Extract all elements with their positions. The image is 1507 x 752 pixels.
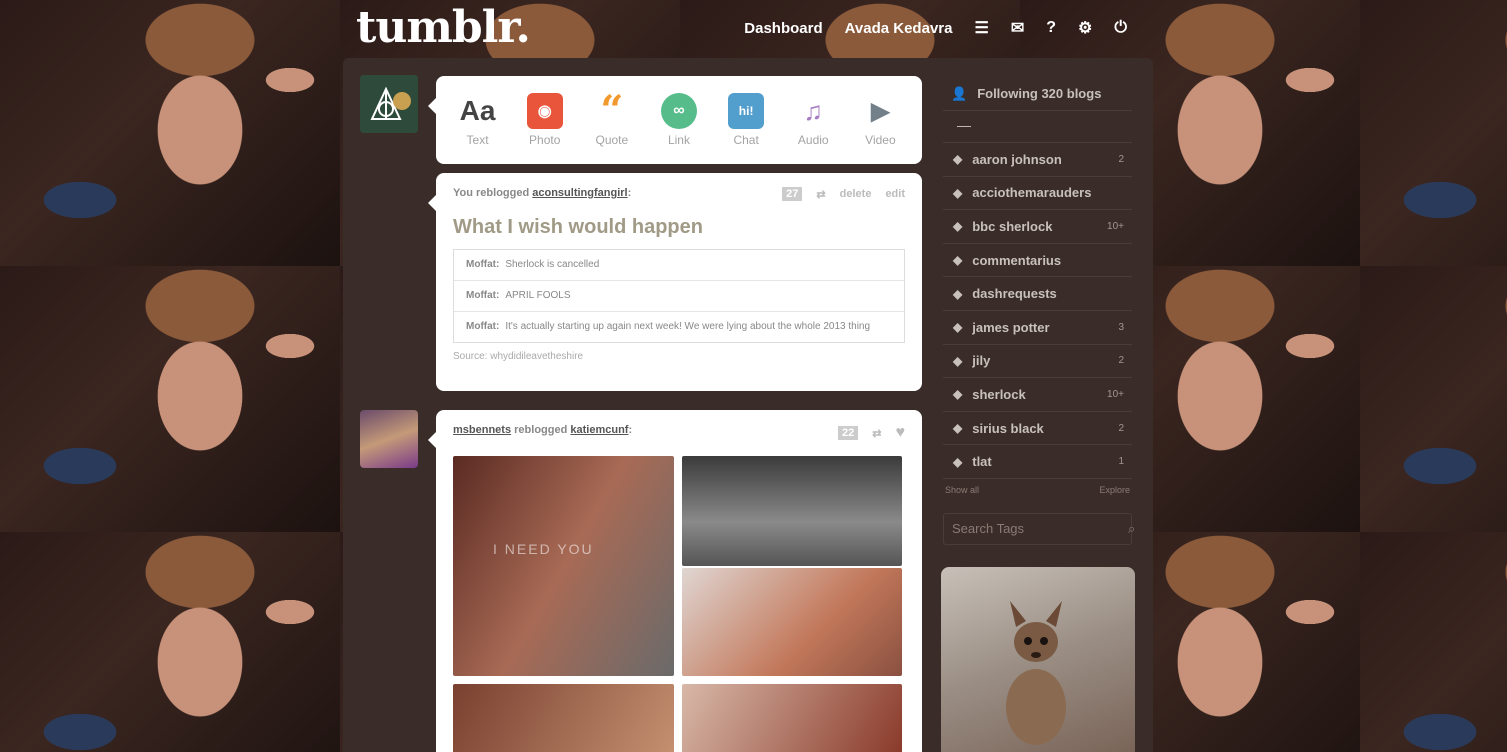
- list-icon[interactable]: ☰: [974, 18, 988, 38]
- nav-blog-name[interactable]: Avada Kedavra: [845, 20, 953, 37]
- post-header: You reblogged aconsultingfangirl: 27 ⇄ d…: [453, 187, 905, 201]
- radar-photo[interactable]: [941, 567, 1135, 752]
- tracked-tag[interactable]: ◆ tlat 1: [943, 445, 1132, 479]
- tag-icon: ◆: [953, 387, 963, 402]
- link-icon: ∞: [660, 93, 697, 129]
- tag-icon: ◆: [953, 421, 963, 436]
- notes-count[interactable]: 27: [782, 187, 803, 201]
- notes-count[interactable]: 22: [838, 426, 859, 440]
- edit-button[interactable]: edit: [885, 188, 905, 200]
- photo[interactable]: [682, 684, 902, 752]
- composer-video[interactable]: ▶ Video: [849, 93, 911, 148]
- search-tags-input[interactable]: [952, 521, 1128, 537]
- following-link[interactable]: 👤 Following 320 blogs: [943, 77, 1132, 111]
- photo[interactable]: I NEED YOU: [453, 456, 674, 676]
- tracked-tag[interactable]: ◆ bbc sherlock 10+: [943, 210, 1132, 244]
- chat-post: You reblogged aconsultingfangirl: 27 ⇄ d…: [428, 173, 922, 391]
- gear-icon[interactable]: ⚙: [1078, 18, 1092, 38]
- post-header: msbennets reblogged katiemcunf: 22 ⇄ ♥: [453, 424, 905, 442]
- tumblr-logo[interactable]: tumblr.: [356, 2, 531, 53]
- right-sidebar: 👤 Following 320 blogs — ◆ aaron johnson 2 …: [943, 77, 1135, 545]
- sidebar-footer: Show all Explore: [943, 485, 1132, 495]
- photo[interactable]: [682, 456, 902, 566]
- tag-icon: ◆: [953, 454, 963, 469]
- composer-photo[interactable]: ◉ Photo: [514, 93, 576, 147]
- chat-line: Moffat: APRIL FOOLS: [454, 281, 904, 312]
- tracked-tag[interactable]: ◆ aaron johnson 2: [943, 143, 1132, 177]
- photo[interactable]: [682, 568, 902, 676]
- mail-icon[interactable]: ✉: [1011, 18, 1024, 38]
- text-icon: Aa: [459, 95, 496, 126]
- tag-icon: ◆: [953, 253, 963, 268]
- camera-icon: ◉: [526, 93, 563, 129]
- post-controls: 27 ⇄ delete edit: [782, 187, 905, 201]
- tracked-tag[interactable]: ◆ commentarius: [943, 244, 1132, 278]
- chat-icon: hi!: [728, 93, 765, 129]
- composer-quote[interactable]: “ Quote: [581, 87, 643, 148]
- reblog-source-link[interactable]: katiemcunf: [570, 424, 628, 436]
- composer-link[interactable]: ∞ Link: [648, 93, 710, 147]
- post-source: Source: whydidileavetheshire: [453, 351, 584, 362]
- source-blog-link[interactable]: aconsultingfangirl: [532, 187, 627, 199]
- blog-link[interactable]: msbennets: [453, 424, 511, 436]
- avatar[interactable]: [360, 410, 418, 468]
- reblog-icon[interactable]: ⇄: [816, 188, 825, 201]
- top-bar: tumblr. Dashboard Avada Kedavra ☰ ✉ ? ⚙ …: [0, 0, 1507, 58]
- composer-chat[interactable]: hi! Chat: [715, 93, 777, 147]
- power-icon[interactable]: ⏻: [1114, 19, 1127, 37]
- chat-line: Moffat: It's actually starting up again n…: [466, 321, 871, 332]
- sidebar-divider: —: [943, 111, 1132, 143]
- video-camera-icon: ▶: [871, 97, 890, 125]
- post-title: What I wish would happen: [453, 216, 703, 238]
- search-icon[interactable]: ⌕: [1128, 521, 1135, 537]
- show-all-link[interactable]: Show all: [945, 485, 979, 495]
- user-icon: 👤: [951, 85, 968, 101]
- tracked-tag[interactable]: ◆ sirius black 2: [943, 412, 1132, 446]
- tag-icon: ◆: [953, 353, 963, 368]
- tag-icon: ◆: [953, 185, 963, 200]
- headphones-icon: ♫: [803, 95, 824, 126]
- photoset-post: msbennets reblogged katiemcunf: 22 ⇄ ♥ I…: [428, 410, 922, 752]
- heart-icon[interactable]: ♥: [896, 424, 906, 442]
- chat-line: Moffat: Sherlock is cancelled: [454, 250, 904, 281]
- quote-icon: “: [600, 87, 624, 134]
- post-controls: 22 ⇄ ♥: [838, 424, 905, 442]
- tracked-tag[interactable]: ◆ james potter 3: [943, 311, 1132, 345]
- tracked-tag[interactable]: ◆ jily 2: [943, 345, 1132, 379]
- dog-image: [1006, 601, 1066, 745]
- composer-audio[interactable]: ♫ Audio: [782, 93, 844, 148]
- top-nav: Dashboard Avada Kedavra ☰ ✉ ? ⚙ ⏻: [744, 18, 1127, 38]
- tag-icon: ◆: [953, 286, 963, 301]
- tag-search: ⌕: [943, 512, 1135, 545]
- tag-icon: ◆: [953, 152, 963, 167]
- tracked-tag[interactable]: ◆ sherlock 10+: [943, 378, 1132, 412]
- delete-button[interactable]: delete: [840, 188, 872, 200]
- chat-transcript: Moffat: Sherlock is cancelled Moffat: APRI…: [453, 249, 905, 343]
- tag-icon: ◆: [953, 219, 963, 234]
- reblog-icon[interactable]: ⇄: [872, 427, 881, 440]
- composer-text[interactable]: Aa Text: [447, 93, 509, 147]
- avatar[interactable]: [360, 75, 418, 133]
- photo[interactable]: [453, 684, 674, 752]
- post-composer: Aa Text ◉ Photo “ Quote ∞ Link hi! Chat …: [428, 76, 922, 164]
- tag-icon: ◆: [953, 320, 963, 335]
- tracked-tag[interactable]: ◆ acciothemarauders: [943, 177, 1132, 211]
- nav-dashboard[interactable]: Dashboard: [744, 20, 822, 37]
- explore-link[interactable]: Explore: [1099, 485, 1130, 495]
- tracked-tag[interactable]: ◆ dashrequests: [943, 277, 1132, 311]
- help-icon[interactable]: ?: [1046, 19, 1056, 37]
- source-link[interactable]: whydidileavetheshire: [490, 351, 583, 362]
